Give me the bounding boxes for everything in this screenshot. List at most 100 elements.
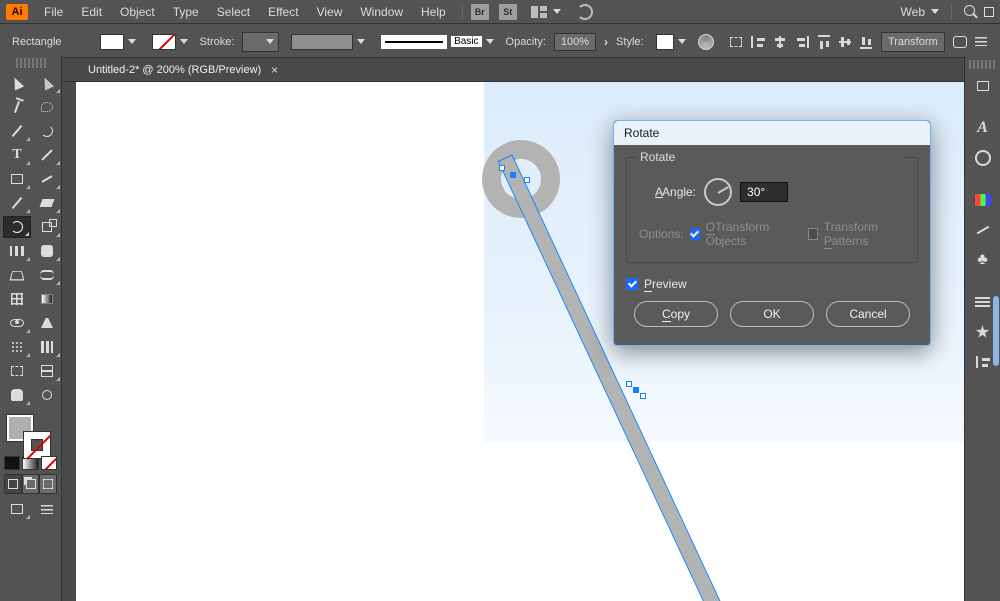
character-panel-icon[interactable]: A [969,115,997,141]
dialog-titlebar[interactable]: Rotate [614,121,930,145]
draw-inside-icon[interactable] [39,474,57,494]
fill-swatch[interactable] [96,32,140,52]
properties-panel-icon[interactable] [969,73,997,99]
selection-handle[interactable] [510,172,516,178]
brushes-panel-icon[interactable] [969,217,997,243]
draw-behind-icon[interactable] [22,474,40,494]
stroke-swatch[interactable] [148,32,192,52]
align-right-icon[interactable] [795,30,809,54]
options-flyout-icon[interactable] [975,30,988,54]
menu-edit[interactable]: Edit [73,3,110,21]
cancel-button[interactable]: Cancel [826,301,910,327]
artboard-canvas[interactable]: Rotate Rotate AAngle: 30° Options: OTran… [76,82,964,601]
align-to-artboard-icon[interactable] [730,30,743,54]
draw-normal-icon[interactable] [4,474,22,494]
right-dock-grip[interactable] [969,60,997,69]
anchor-point[interactable] [524,177,530,183]
angle-input[interactable]: 30° [740,182,788,202]
copy-button[interactable]: CopyCopy [634,301,718,327]
eyedropper-tool[interactable] [3,312,31,334]
opacity-flyout-icon[interactable]: › [604,35,608,49]
free-transform-tool[interactable] [3,264,31,286]
menu-file[interactable]: File [36,3,71,21]
arrange-documents-caret-icon[interactable] [553,9,561,14]
appearance-panel-icon[interactable] [969,145,997,171]
anchor-point[interactable] [626,381,632,387]
type-tool[interactable]: T [3,144,31,166]
column-graph-tool[interactable] [33,336,61,358]
color-mode-none[interactable] [41,456,57,470]
menu-effect[interactable]: Effect [260,3,306,21]
opacity-value[interactable]: 100% [554,33,596,51]
align-top-icon[interactable] [817,30,830,54]
curvature-tool[interactable] [33,120,61,142]
workspace-switcher[interactable]: Web [901,4,994,20]
search-icon[interactable] [964,5,978,19]
stroke-weight-dropdown[interactable] [242,32,279,52]
isolate-group-icon[interactable] [953,30,967,54]
fill-stroke-control[interactable] [4,412,57,454]
scale-tool[interactable] [33,216,61,238]
align-vcenter-icon[interactable] [838,30,851,54]
preview-checkbox[interactable] [626,278,638,290]
gradient-tool[interactable] [33,288,61,310]
zoom-tool[interactable] [33,384,61,406]
bridge-launcher-icon[interactable]: Br [471,4,489,20]
pencil-tool[interactable] [3,192,31,214]
lasso-tool[interactable] [33,96,61,118]
artboard-tool[interactable] [3,360,31,382]
align-left-icon[interactable] [751,30,765,54]
rectangle-tool[interactable] [3,168,31,190]
sync-settings-icon[interactable] [577,4,593,20]
window-restore-icon[interactable] [984,7,994,17]
rotate-tool[interactable] [3,216,31,238]
document-tab[interactable]: Untitled-2* @ 200% (RGB/Preview) × [78,58,288,81]
brush-definition[interactable]: Basic [377,32,497,52]
anchor-point[interactable] [640,393,646,399]
ok-button[interactable]: OK [730,301,814,327]
menu-window[interactable]: Window [352,3,411,21]
angle-dial-icon[interactable] [704,178,732,206]
pen-tool[interactable] [3,120,31,142]
variable-width-profile[interactable] [287,32,369,52]
toolbox-grip[interactable] [16,58,46,68]
eraser-tool[interactable] [33,192,61,214]
close-tab-icon[interactable]: × [271,63,278,77]
width-tool[interactable] [3,240,31,262]
arrange-documents-icon[interactable] [531,6,547,18]
recolor-artwork-icon[interactable] [698,30,714,54]
edit-toolbar[interactable] [33,498,61,520]
menu-object[interactable]: Object [112,3,163,21]
paintbrush-tool[interactable] [33,168,61,190]
blend-tool[interactable] [33,312,61,334]
menu-help[interactable]: Help [413,3,454,21]
hand-tool[interactable] [3,384,31,406]
change-screen-mode[interactable] [3,498,31,520]
graphic-style[interactable] [652,32,690,52]
menu-select[interactable]: Select [209,3,258,21]
perspective-grid-tool[interactable] [33,264,61,286]
selection-tool[interactable] [3,72,31,94]
align-bottom-icon[interactable] [860,30,873,54]
symbol-sprayer-tool[interactable] [3,336,31,358]
align-hcenter-icon[interactable] [773,30,787,54]
color-mode-gradient[interactable] [22,456,38,470]
stroke-box[interactable] [24,432,50,458]
mesh-tool[interactable] [3,288,31,310]
anchor-point[interactable] [499,165,505,171]
slice-tool[interactable] [33,360,61,382]
shape-builder-tool[interactable] [33,240,61,262]
color-mode-solid[interactable] [4,456,20,470]
transform-panel-toggle[interactable]: Transform [881,32,945,52]
swatches-panel-icon[interactable] [969,187,997,213]
stroke-none-icon [152,34,176,50]
magic-wand-tool[interactable] [3,96,31,118]
menu-view[interactable]: View [309,3,351,21]
symbols-panel-icon[interactable]: ♣ [969,247,997,273]
direct-selection-tool[interactable] [33,72,61,94]
selection-handle[interactable] [633,387,639,393]
stock-launcher-icon[interactable]: St [499,4,517,20]
collapsed-panel-indicator[interactable] [993,296,999,366]
line-segment-tool[interactable] [33,144,61,166]
menu-type[interactable]: Type [165,3,207,21]
